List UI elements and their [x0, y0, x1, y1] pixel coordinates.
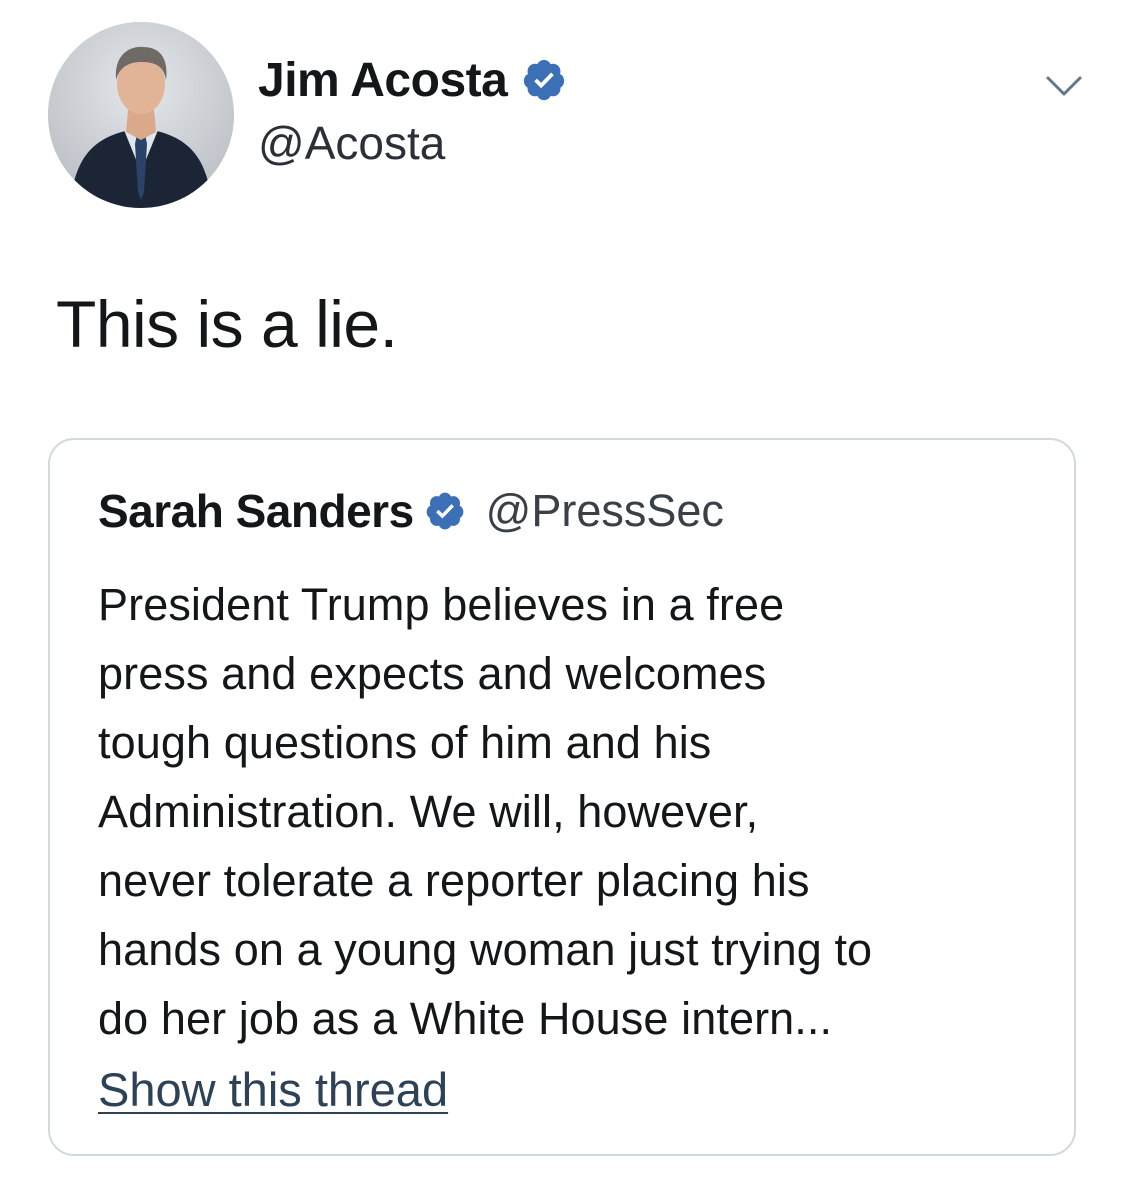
tweet-text: This is a lie. [56, 287, 398, 361]
verified-badge-icon [524, 59, 565, 101]
author-handle[interactable]: @Acosta [258, 116, 445, 170]
quoted-text-line: hands on a young woman just trying to [98, 924, 873, 975]
quoted-author-display-name: Sarah Sanders [98, 485, 414, 537]
quoted-text-line: President Trump believes in a free [98, 579, 785, 630]
quoted-text-line: press and expects and welcomes [98, 648, 767, 699]
author-name-row: Jim Acosta [258, 50, 567, 110]
quoted-tweet-text: President Trump believes in a free press… [98, 570, 1058, 1053]
quoted-text-line: do her job as a White House intern... [98, 993, 833, 1044]
quoted-text-line: never tolerate a reporter placing his [98, 855, 810, 906]
author-display-name[interactable]: Jim Acosta [258, 53, 508, 108]
quoted-text-line: tough questions of him and his [98, 717, 712, 768]
verified-badge-icon [426, 492, 464, 530]
show-thread-link[interactable]: Show this thread [98, 1062, 448, 1117]
avatar[interactable] [48, 22, 234, 208]
quoted-tweet-header: Sarah Sanders @PressSec [98, 482, 724, 540]
chevron-down-icon[interactable] [1044, 68, 1084, 102]
avatar-image [48, 22, 234, 208]
quoted-tweet-card[interactable]: Sarah Sanders @PressSec President Trump … [48, 438, 1076, 1156]
quoted-author-handle: @PressSec [485, 485, 724, 536]
tweet: Jim Acosta @Acosta This is a lie. Sarah … [0, 0, 1125, 1184]
quoted-text-line: Administration. We will, however, [98, 786, 759, 837]
